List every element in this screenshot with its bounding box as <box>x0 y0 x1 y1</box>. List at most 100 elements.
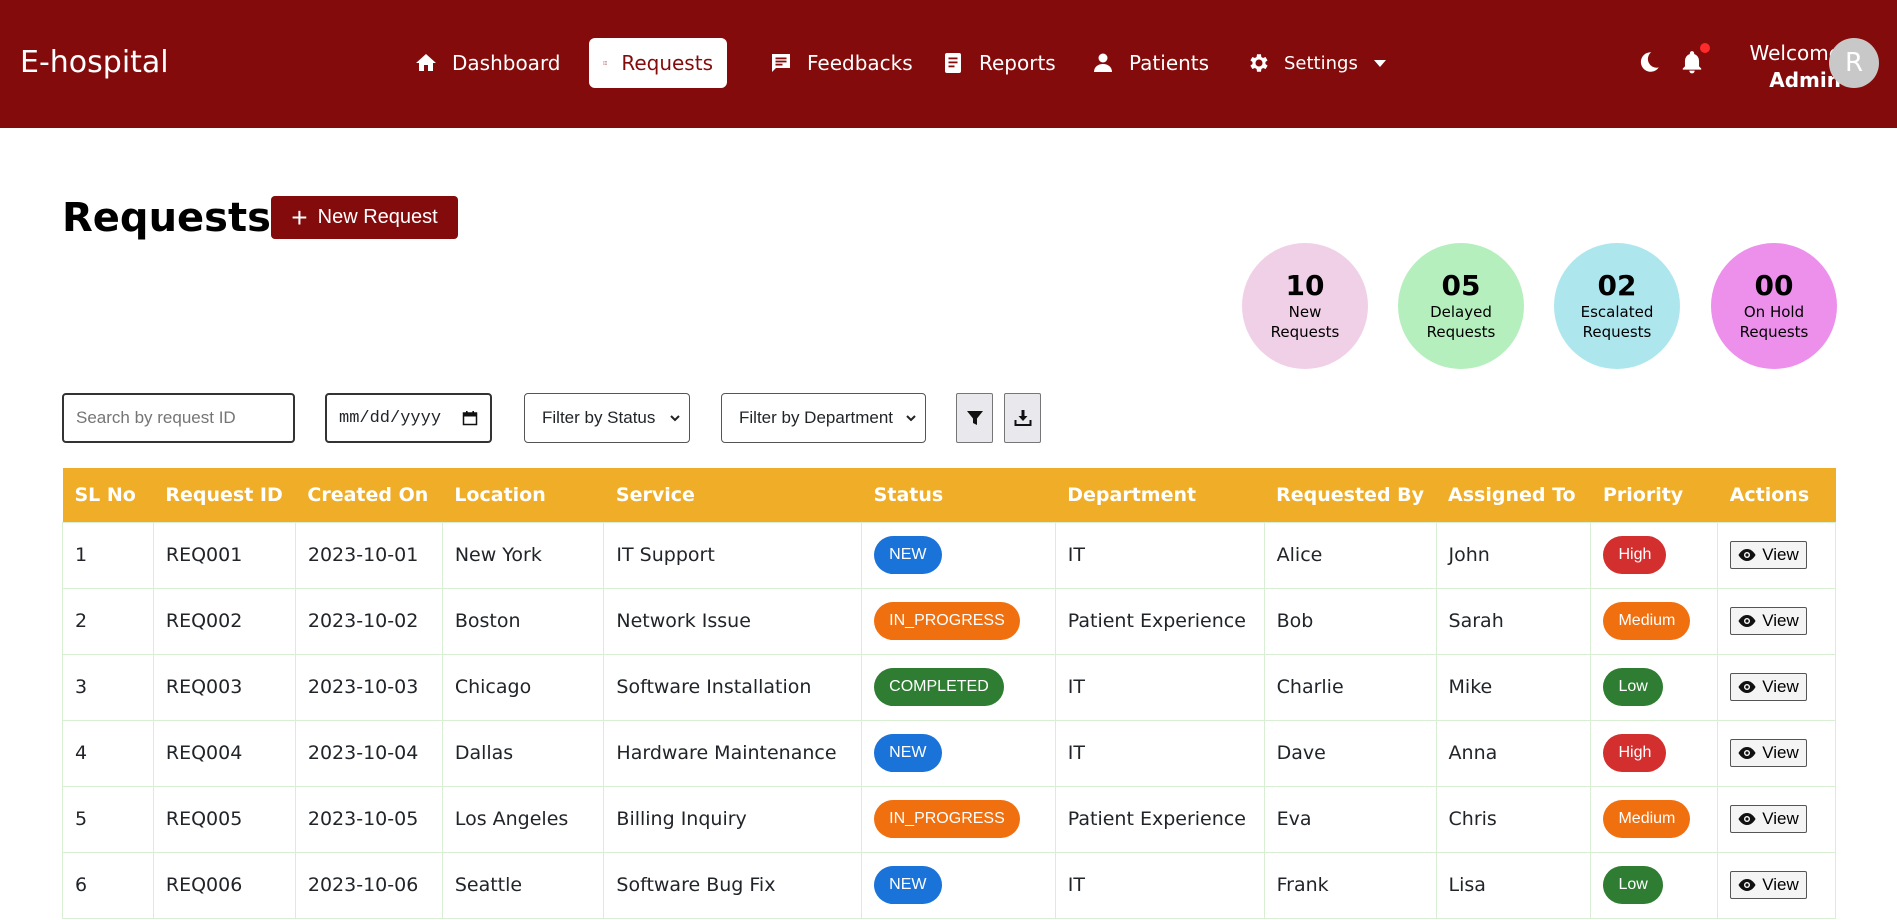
view-button[interactable]: View <box>1730 871 1807 899</box>
download-button[interactable] <box>1004 393 1041 443</box>
cell-service: IT Support <box>603 521 863 589</box>
chevron-down-icon <box>670 415 680 422</box>
col-sl-no[interactable]: SL No <box>62 468 154 522</box>
nav-requests[interactable]: Requests <box>589 38 727 88</box>
table-row: 3 REQ003 2023-10-03 Chicago Software Install… <box>62 653 1836 721</box>
new-request-button[interactable]: + New Request <box>271 196 458 239</box>
cell-location: Boston <box>441 587 605 655</box>
search-input[interactable] <box>62 393 295 443</box>
cell-requested-by: Charlie <box>1263 653 1437 721</box>
bell-icon[interactable] <box>1679 49 1705 75</box>
cell-service: Billing Inquiry <box>603 785 863 853</box>
cell-actions: View <box>1717 851 1836 919</box>
user-name: Admin <box>1769 68 1841 92</box>
cell-requested-by: Eva <box>1263 785 1437 853</box>
status-badge: NEW <box>874 536 942 574</box>
view-button[interactable]: View <box>1730 673 1807 701</box>
view-label: View <box>1762 875 1799 894</box>
cell-location: Dallas <box>441 719 605 787</box>
stat-label: Delayed Requests <box>1426 303 1496 341</box>
eye-icon <box>1738 681 1756 693</box>
col-service[interactable]: Service <box>603 468 862 522</box>
notification-dot <box>1700 43 1710 53</box>
view-label: View <box>1762 611 1799 630</box>
cell-sl: 3 <box>62 653 154 721</box>
cell-id: REQ002 <box>152 587 296 655</box>
view-button[interactable]: View <box>1730 607 1807 635</box>
cell-status: NEW <box>861 851 1056 919</box>
nav-feedbacks[interactable]: Feedbacks <box>755 38 927 88</box>
cell-priority: Medium <box>1590 785 1719 853</box>
col-requested-by[interactable]: Requested By <box>1264 468 1437 522</box>
stat-escalated-requests: 02 Escalated Requests <box>1554 243 1680 369</box>
plus-icon: + <box>291 201 308 233</box>
avatar[interactable]: R <box>1829 38 1879 88</box>
nav-settings-label: Settings <box>1284 52 1358 74</box>
view-button[interactable]: View <box>1730 739 1807 767</box>
stat-label: New Requests <box>1270 303 1340 341</box>
cell-id: REQ006 <box>152 851 296 919</box>
cell-created: 2023-10-01 <box>294 521 443 589</box>
view-button[interactable]: View <box>1730 541 1807 569</box>
view-button[interactable]: View <box>1730 805 1807 833</box>
cell-status: NEW <box>861 719 1056 787</box>
cell-assigned-to: Chris <box>1435 785 1592 853</box>
department-filter-select[interactable]: Filter by Department <box>721 393 926 443</box>
nav-reports[interactable]: Reports <box>927 38 1070 88</box>
status-badge: NEW <box>874 866 942 904</box>
person-icon <box>1094 53 1112 72</box>
filter-button[interactable] <box>956 393 993 443</box>
cell-sl: 1 <box>62 521 154 589</box>
col-assigned-to[interactable]: Assigned To <box>1436 468 1591 522</box>
col-location[interactable]: Location <box>442 468 604 522</box>
cell-department: IT <box>1054 653 1265 721</box>
cell-service: Software Bug Fix <box>603 851 863 919</box>
stat-new-requests: 10 New Requests <box>1242 243 1368 369</box>
stat-delayed-requests: 05 Delayed Requests <box>1398 243 1524 369</box>
col-priority[interactable]: Priority <box>1590 468 1718 522</box>
cell-assigned-to: Sarah <box>1435 587 1592 655</box>
status-filter-select[interactable]: Filter by Status <box>524 393 690 443</box>
date-input[interactable]: mm/dd/yyyy <box>325 393 492 443</box>
cell-sl: 6 <box>62 851 154 919</box>
nav-settings-dropdown[interactable]: Settings <box>1232 38 1400 88</box>
cell-location: Los Angeles <box>441 785 605 853</box>
nav-reports-label: Reports <box>979 51 1056 75</box>
cell-id: REQ004 <box>152 719 296 787</box>
cell-service: Software Installation <box>603 653 863 721</box>
nav-patients[interactable]: Patients <box>1077 38 1223 88</box>
page-title: Requests <box>62 195 271 241</box>
view-label: View <box>1762 809 1799 828</box>
cell-priority: Medium <box>1590 587 1719 655</box>
cell-service: Hardware Maintenance <box>603 719 863 787</box>
cell-id: REQ003 <box>152 653 296 721</box>
cell-assigned-to: Anna <box>1435 719 1592 787</box>
moon-icon[interactable] <box>1636 49 1662 75</box>
col-request-id[interactable]: Request ID <box>153 468 296 522</box>
cell-created: 2023-10-02 <box>294 587 443 655</box>
new-request-label: New Request <box>317 206 438 228</box>
cell-created: 2023-10-06 <box>294 851 443 919</box>
cell-actions: View <box>1717 785 1836 853</box>
stat-label: Escalated Requests <box>1580 303 1654 341</box>
nav-dashboard[interactable]: Dashboard <box>400 38 575 88</box>
priority-badge: Low <box>1603 866 1663 904</box>
brand-logo[interactable]: E-hospital <box>20 45 169 80</box>
status-filter-value: Filter by Status <box>542 408 656 427</box>
requests-table: SL No Request ID Created On Location Ser… <box>62 468 1836 919</box>
col-created-on[interactable]: Created On <box>295 468 443 522</box>
cell-service: Network Issue <box>603 587 863 655</box>
col-status[interactable]: Status <box>861 468 1056 522</box>
cell-id: REQ005 <box>152 785 296 853</box>
table-row: 4 REQ004 2023-10-04 Dallas Hardware Maintena… <box>62 719 1836 787</box>
status-badge: IN_PROGRESS <box>874 602 1020 640</box>
col-department[interactable]: Department <box>1055 468 1265 522</box>
cell-status: IN_PROGRESS <box>861 587 1056 655</box>
cell-requested-by: Alice <box>1263 521 1437 589</box>
cell-assigned-to: Lisa <box>1435 851 1592 919</box>
cell-location: Seattle <box>441 851 605 919</box>
cell-created: 2023-10-03 <box>294 653 443 721</box>
cell-actions: View <box>1717 587 1836 655</box>
table-body: 1 REQ001 2023-10-01 New York IT Support NEW IT… <box>62 521 1836 919</box>
calendar-icon[interactable] <box>462 410 478 426</box>
